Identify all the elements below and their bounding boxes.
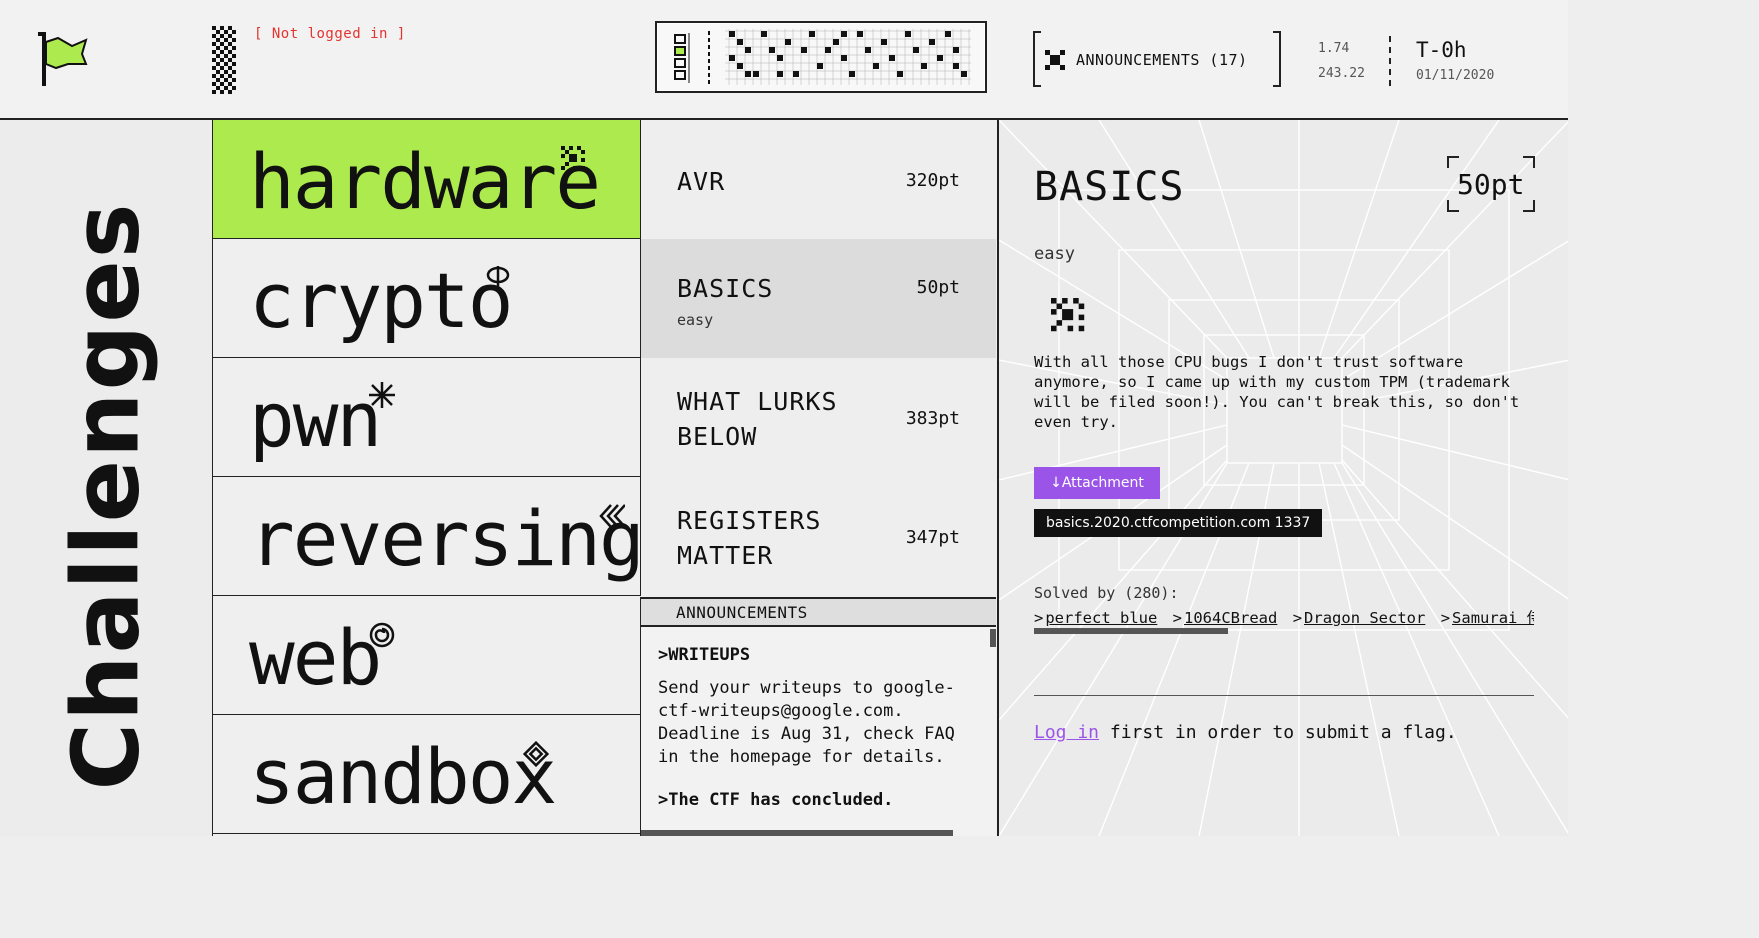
checker-pattern-icon xyxy=(212,26,236,94)
category-label: crypto xyxy=(249,256,514,345)
bracket-left xyxy=(1033,31,1041,87)
pixel-pattern-icon xyxy=(674,29,971,85)
reversing-icon xyxy=(599,504,625,528)
category-crypto[interactable]: crypto xyxy=(213,239,640,358)
close-x-icon xyxy=(1045,50,1065,70)
challenge-avr[interactable]: AVR 320pt xyxy=(641,120,996,239)
challenge-description: With all those CPU bugs I don't trust so… xyxy=(1034,353,1520,431)
category-label: hardware xyxy=(249,137,601,226)
scrollbar-horizontal[interactable] xyxy=(641,830,953,836)
bracket-right xyxy=(1273,31,1281,87)
challenge-points: 50pt xyxy=(916,277,960,298)
scrollbar-vertical[interactable] xyxy=(990,629,996,647)
chevron-right-icon: > xyxy=(658,790,669,810)
challenge-registers-matter[interactable]: REGISTERS MATTER 347pt xyxy=(641,477,996,596)
date-label: 01/11/2020 xyxy=(1416,68,1495,83)
side-title-area: Challenges xyxy=(0,120,212,836)
solver-link[interactable]: perfect blue xyxy=(1045,609,1157,627)
chevron-right-icon: > xyxy=(658,645,669,665)
divider xyxy=(1389,36,1391,86)
challenge-points: 50pt xyxy=(1457,168,1525,201)
category-reversing[interactable]: reversing xyxy=(213,477,645,596)
category-label: pwn xyxy=(249,375,382,464)
challenge-points: 383pt xyxy=(905,408,960,429)
solved-by-label: Solved by (280): xyxy=(1034,584,1179,602)
challenge-title: BASICS xyxy=(1034,164,1185,210)
challenge-basics[interactable]: BASICS 50pt easy xyxy=(641,239,996,358)
chevron-right-icon: > xyxy=(1034,609,1044,627)
challenge-list: AVR 320pt BASICS 50pt easy WHAT LURKS BE… xyxy=(640,120,996,596)
chevron-right-icon: > xyxy=(1172,609,1183,627)
scrollbar-horizontal[interactable] xyxy=(1034,628,1228,634)
login-link[interactable]: Log in xyxy=(1034,722,1099,743)
category-list: hardware crypto pwn reversing web sandbo… xyxy=(212,120,645,836)
solver-link[interactable]: 1064CBread xyxy=(1184,609,1277,627)
announcements-panel[interactable]: ANNOUNCEMENTS >WRITEUPS Send your writeu… xyxy=(640,597,996,836)
challenge-name-line1: REGISTERS xyxy=(677,506,822,535)
category-hardware[interactable]: hardware xyxy=(213,120,640,239)
login-prompt-text: first in order to submit a flag. xyxy=(1099,722,1457,743)
announcement-title: >WRITEUPS xyxy=(658,645,751,665)
announcement-body: Send your writeups to google-ctf-writeup… xyxy=(658,678,955,767)
announcements-label: ANNOUNCEMENTS (17) xyxy=(1076,51,1248,69)
announcement-item: >WRITEUPS Send your writeups to google-c… xyxy=(658,645,976,769)
pwn-icon xyxy=(369,382,395,408)
category-sandbox[interactable]: sandbox xyxy=(213,715,640,834)
page-title: Challenges xyxy=(52,201,160,791)
web-icon xyxy=(369,622,395,648)
category-web[interactable]: web xyxy=(213,596,640,715)
pixel-display xyxy=(655,21,987,93)
announcement-title: >The CTF has concluded. xyxy=(658,790,894,810)
flag-logo-icon[interactable] xyxy=(38,30,90,88)
challenge-name-line2: BELOW xyxy=(677,422,758,451)
challenge-points: 347pt xyxy=(905,527,960,548)
login-prompt: Log in first in order to submit a flag. xyxy=(1034,722,1457,743)
challenge-name-line1: WHAT LURKS xyxy=(677,387,838,416)
category-label: web xyxy=(249,613,382,702)
announcements-heading: ANNOUNCEMENTS xyxy=(641,597,996,627)
challenge-difficulty: easy xyxy=(1034,244,1075,264)
challenge-points: 320pt xyxy=(905,170,960,191)
category-pwn[interactable]: pwn xyxy=(213,358,640,477)
solver-link[interactable]: Samurai 侍 xyxy=(1452,609,1534,627)
challenge-name: AVR xyxy=(677,167,726,196)
chevron-right-icon: > xyxy=(1440,609,1451,627)
top-header: [ Not logged in ] ANNOUNCEMENTS (17) 1.7… xyxy=(0,0,1568,120)
solvers-list: > perfect blue >1064CBread > Dragon Sector… xyxy=(1034,606,1534,628)
challenge-what-lurks-below[interactable]: WHAT LURKS BELOW 383pt xyxy=(641,358,996,477)
sandbox-icon xyxy=(523,741,549,767)
chevron-right-icon: > xyxy=(1292,609,1303,627)
challenge-difficulty: easy xyxy=(677,311,714,329)
hardware-icon xyxy=(561,146,585,170)
challenge-name: BASICS xyxy=(677,274,774,303)
stat-value-a: 1.74 xyxy=(1318,41,1350,56)
divider xyxy=(1034,695,1534,696)
category-label: sandbox xyxy=(249,732,557,821)
hardware-icon xyxy=(1051,298,1085,332)
countdown-clock: T-0h xyxy=(1416,38,1467,62)
attachment-button[interactable]: ↓Attachment xyxy=(1034,467,1160,499)
crypto-icon xyxy=(486,266,510,290)
login-status[interactable]: [ Not logged in ] xyxy=(254,26,406,42)
announcement-item: >The CTF has concluded. xyxy=(658,790,976,810)
stat-value-b: 243.22 xyxy=(1318,66,1365,81)
connection-string: basics.2020.ctfcompetition.com 1337 xyxy=(1034,509,1323,537)
category-label: reversing xyxy=(249,494,645,583)
announcements-button[interactable]: ANNOUNCEMENTS (17) xyxy=(1033,31,1281,89)
challenge-name-line2: MATTER xyxy=(677,541,774,570)
challenge-detail: BASICS 50pt easy With all those CPU bugs… xyxy=(997,120,1568,836)
solver-link[interactable]: Dragon Sector xyxy=(1304,609,1425,627)
